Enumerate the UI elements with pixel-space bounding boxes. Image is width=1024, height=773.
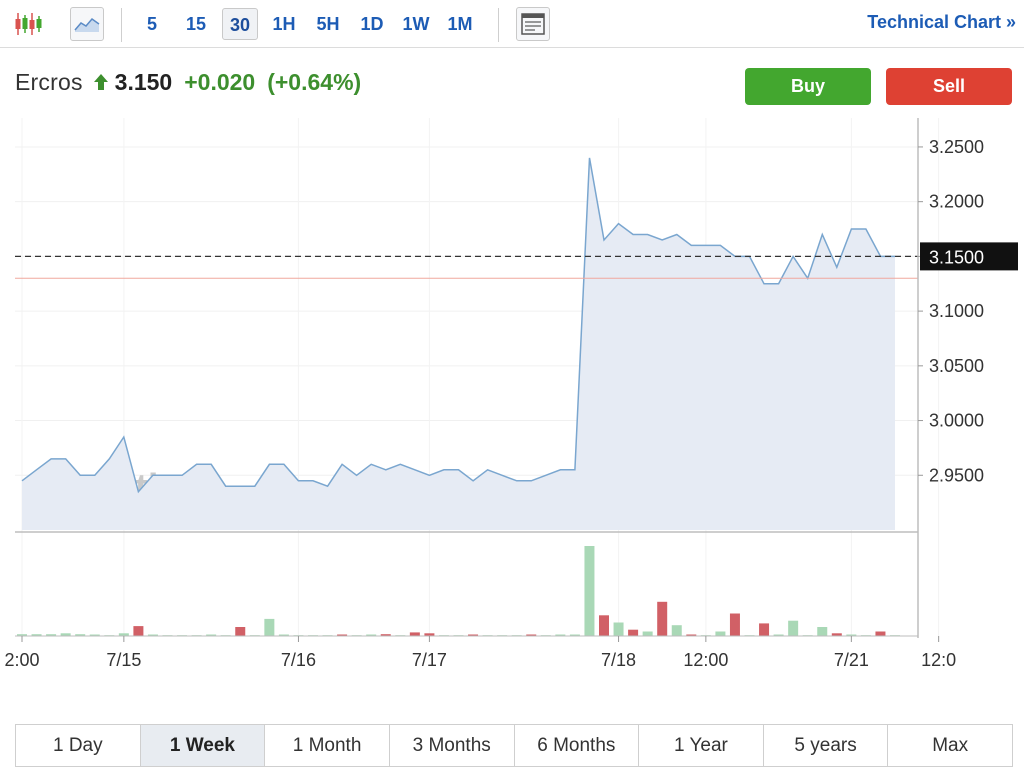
range-3-months[interactable]: 3 Months <box>389 725 515 766</box>
y-axis: 3.2500 3.2000 3.1500 3.1000 3.0500 3.0000 2.95… <box>917 118 984 638</box>
y-tick-label: 3.1000 <box>929 301 984 321</box>
volume-bar <box>657 601 668 636</box>
interval-1w[interactable]: 1W <box>398 8 434 40</box>
interval-30[interactable]: 30 <box>222 8 258 40</box>
range-1-month[interactable]: 1 Month <box>265 725 390 766</box>
range-5-years[interactable]: 5 years <box>763 725 889 766</box>
layout-icon[interactable] <box>516 7 550 41</box>
volume-bar <box>642 631 653 636</box>
volume-bar <box>671 625 682 636</box>
range-1-year[interactable]: 1 Year <box>639 725 764 766</box>
volume-bar <box>599 615 609 636</box>
last-price-tag: 3.1500 <box>920 242 1018 271</box>
range-1-week[interactable]: 1 Week <box>140 725 266 766</box>
interval-15[interactable]: 15 <box>180 8 212 40</box>
x-tick-label: 12:00 <box>683 650 728 670</box>
y-tick-label: 3.0500 <box>929 356 984 376</box>
toolbar-divider <box>121 8 122 42</box>
price-change: +0.020 <box>184 68 256 95</box>
candlestick-icon[interactable] <box>11 7 45 41</box>
y-tick-label: 2.9500 <box>929 465 984 485</box>
last-price: 3.150 <box>114 68 173 95</box>
x-tick-label: 7/18 <box>601 650 636 670</box>
volume-bar <box>875 631 886 636</box>
x-tick-label: 7/17 <box>412 650 447 670</box>
x-tick-label: 12:0 <box>921 650 956 670</box>
volume-bar <box>729 613 740 636</box>
instrument-name: Ercros <box>15 68 83 95</box>
time-range-selector: 1 Day 1 Week 1 Month 3 Months 6 Months 1… <box>15 724 1013 767</box>
x-tick-label: 7/16 <box>281 650 316 670</box>
range-6-months[interactable]: 6 Months <box>514 725 640 766</box>
x-axis: 2:00 7/15 7/16 7/17 7/18 12:00 7/21 12:0 <box>4 636 956 670</box>
volume-bar <box>628 629 639 636</box>
volume-bar <box>584 546 595 636</box>
area-chart-icon[interactable] <box>70 7 104 41</box>
range-1-day[interactable]: 1 Day <box>16 725 141 766</box>
interval-1m[interactable]: 1M <box>443 8 477 40</box>
x-tick-label: 7/21 <box>834 650 869 670</box>
price-chart[interactable]: Investing .com 3.25003.20003.15003.10003… <box>0 118 1024 678</box>
technical-chart-link[interactable]: Technical Chart » <box>867 12 1016 33</box>
interval-1d[interactable]: 1D <box>355 8 389 40</box>
volume-bar <box>613 622 624 636</box>
y-tick-label: 3.2000 <box>929 192 984 212</box>
interval-1h[interactable]: 1H <box>268 8 300 40</box>
x-tick-label: 2:00 <box>4 650 39 670</box>
volume-bar <box>788 620 799 636</box>
last-price-tag-label: 3.1500 <box>929 247 984 267</box>
interval-5[interactable]: 5 <box>138 8 166 40</box>
sell-button[interactable]: Sell <box>886 68 1012 105</box>
x-tick-label: 7/15 <box>106 650 141 670</box>
arrow-up-icon <box>93 73 109 91</box>
volume-bar <box>409 632 420 636</box>
volume-bar <box>715 631 726 636</box>
buy-button[interactable]: Buy <box>745 68 871 105</box>
toolbar-divider <box>498 8 499 42</box>
volume-bars <box>15 546 918 637</box>
range-max[interactable]: Max <box>888 725 1012 766</box>
volume-bar <box>759 623 770 636</box>
y-tick-label: 3.0000 <box>929 411 984 431</box>
interval-5h[interactable]: 5H <box>310 8 346 40</box>
volume-bar <box>133 626 144 636</box>
volume-bar <box>817 627 828 636</box>
chart-toolbar: 5 15 30 1H 5H 1D 1W 1M Technical Chart » <box>0 0 1024 48</box>
quote-header: Ercros 3.150 +0.020 (+0.64%) <box>15 66 361 98</box>
y-tick-label: 3.2500 <box>929 137 984 157</box>
price-change-percent: (+0.64%) <box>267 68 362 95</box>
volume-bar <box>235 627 246 636</box>
volume-bar <box>264 618 275 636</box>
